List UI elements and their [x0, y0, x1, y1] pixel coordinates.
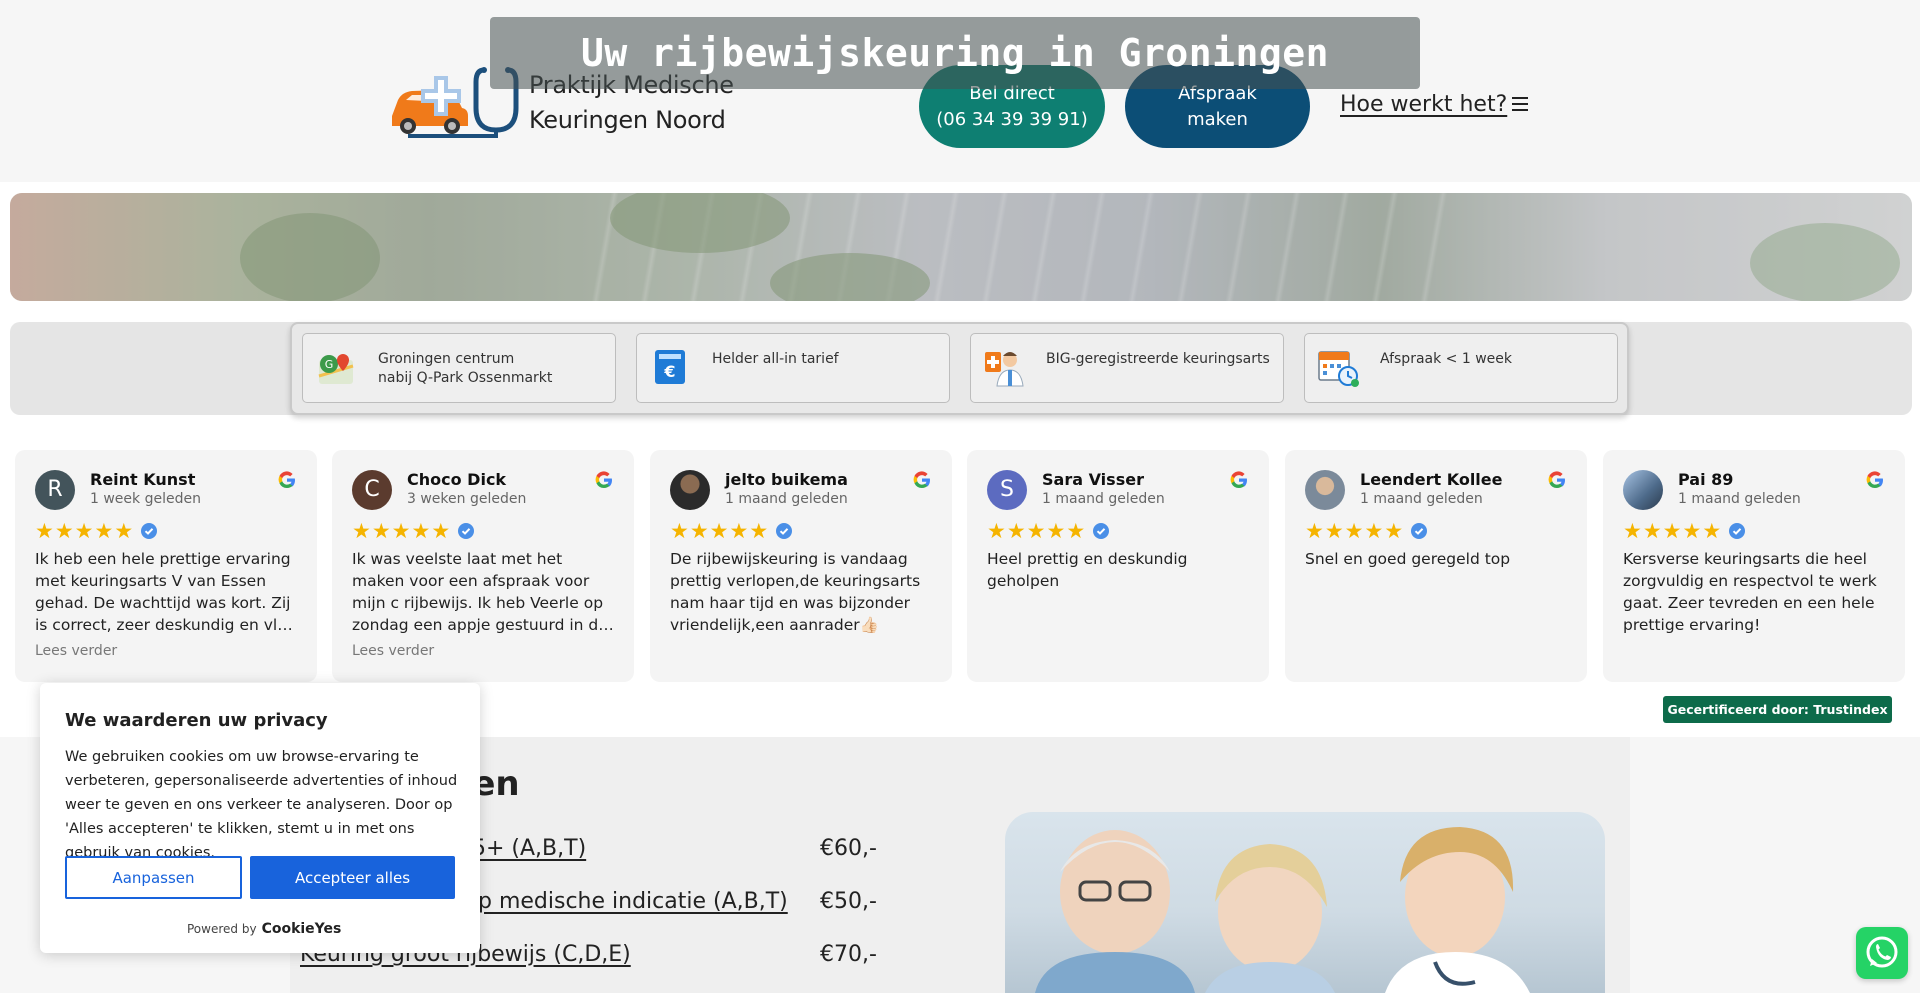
feature-location-line-2: nabij Q-Park Ossenmarkt: [378, 370, 553, 386]
star-rating: ★ ★ ★ ★ ★: [1623, 520, 1746, 542]
hero-title: Uw rijbewijskeuring in Groningen: [580, 31, 1330, 75]
call-button-phone: (06 34 39 39 91): [936, 108, 1088, 130]
google-icon: [1866, 471, 1883, 489]
customize-cookies-button[interactable]: Aanpassen: [65, 856, 242, 899]
avatar: R: [35, 470, 75, 510]
google-icon: [1230, 471, 1247, 489]
doctor-patients-photo: [1005, 812, 1605, 993]
review-text: Snel en goed geregeld top: [1305, 550, 1511, 568]
cookie-body-text: We gebruiken cookies om uw browse-ervari…: [65, 749, 458, 861]
review-card[interactable]: jelto buikema 1 maand geleden ★ ★ ★ ★ ★ De r…: [650, 450, 952, 682]
review-date: 1 maand geleden: [1678, 491, 1801, 507]
how-it-works-link[interactable]: Hoe werkt het?: [1340, 92, 1507, 117]
feature-doctor: BIG-geregistreerde keuringsarts: [970, 333, 1284, 403]
appointment-button-line-2: maken: [1187, 108, 1248, 130]
feature-location-line-1: Groningen centrum: [378, 351, 515, 367]
hamburger-icon[interactable]: [1512, 97, 1528, 111]
star-rating: ★ ★ ★ ★ ★: [987, 520, 1110, 542]
price-label-link[interactable]: 5+ (A,B,T): [472, 836, 586, 861]
review-date: 1 maand geleden: [725, 491, 848, 507]
cookie-title: We waarderen uw privacy: [65, 710, 328, 731]
review-card[interactable]: C Choco Dick 3 weken geleden ★ ★ ★ ★ ★ Ik wa…: [332, 450, 634, 682]
reviewer-name: Choco Dick: [407, 470, 507, 489]
reviewer-name: Sara Visser: [1042, 470, 1144, 489]
reviewer-name: Pai 89: [1678, 470, 1734, 489]
feature-appointment-line-1: Afspraak < 1 week: [1380, 351, 1512, 367]
review-text: Ik heb een hele prettige ervaring met ke…: [35, 550, 293, 634]
powered-by: Powered by CookieYes: [187, 921, 341, 937]
verified-icon: [1729, 523, 1746, 539]
price-value: €50,-: [820, 889, 877, 914]
euro-price-tag-icon: €: [655, 350, 685, 384]
google-icon: [595, 471, 612, 489]
star-rating: ★ ★ ★ ★ ★: [1305, 520, 1428, 542]
reviewer-name: Leendert Kollee: [1360, 470, 1503, 489]
feature-location: G Groningen centrum nabij Q-Park Ossenma…: [302, 333, 616, 403]
cookie-consent-dialog: We waarderen uw privacy We gebruiken coo…: [40, 683, 480, 953]
review-card[interactable]: R Reint Kunst 1 week geleden ★ ★ ★ ★ ★ Ik he…: [15, 450, 317, 682]
avatar: [670, 470, 710, 510]
review-date: 1 week geleden: [90, 491, 201, 507]
avatar: C: [352, 470, 392, 510]
reviewer-name: jelto buikema: [725, 470, 848, 489]
feature-doctor-line-1: BIG-geregistreerde keuringsarts: [1046, 351, 1270, 367]
price-label-link[interactable]: p medische indicatie (A,B,T): [478, 889, 788, 914]
brand-line-2: Keuringen Noord: [529, 106, 726, 134]
review-date: 1 maand geleden: [1360, 491, 1483, 507]
review-date: 1 maand geleden: [1042, 491, 1165, 507]
price-value: €70,-: [820, 942, 877, 967]
read-more-link[interactable]: Lees verder: [352, 643, 434, 659]
avatar: [1305, 470, 1345, 510]
review-card[interactable]: S Sara Visser 1 maand geleden ★ ★ ★ ★ ★ Heel…: [967, 450, 1269, 682]
google-icon: [913, 471, 930, 489]
review-card[interactable]: Pai 89 1 maand geleden ★ ★ ★ ★ ★ Kersverse k…: [1603, 450, 1905, 682]
svg-text:G: G: [325, 358, 334, 371]
powered-by-label: Powered by: [187, 922, 257, 936]
star-rating: ★ ★ ★ ★ ★: [35, 520, 158, 542]
reviewer-name: Reint Kunst: [90, 470, 196, 489]
whatsapp-icon[interactable]: [1856, 927, 1908, 979]
map-pin-icon: G: [318, 354, 354, 384]
doctor-icon: [985, 352, 1024, 387]
feature-price: € Helder all-in tarief: [636, 333, 950, 403]
google-icon: [278, 471, 295, 489]
verified-icon: [1093, 523, 1110, 539]
google-icon: [1548, 471, 1565, 489]
feature-appointment: Afspraak < 1 week: [1304, 333, 1618, 403]
accept-all-cookies-button[interactable]: Accepteer alles: [250, 856, 455, 899]
feature-price-line-1: Helder all-in tarief: [712, 351, 839, 367]
trustindex-certified-badge[interactable]: Gecertificeerd door: Trustindex ⓘ: [1663, 696, 1892, 744]
review-text: Ik was veelste laat met het maken voor e…: [352, 550, 608, 634]
verified-icon: [141, 523, 158, 539]
calendar-clock-icon: [1318, 351, 1359, 387]
cookieyes-logo[interactable]: CookieYes: [262, 921, 342, 937]
review-card[interactable]: Leendert Kollee 1 maand geleden ★ ★ ★ ★ ★ Sn…: [1285, 450, 1587, 682]
review-text: Kersverse keuringsarts die heel zorgvuld…: [1623, 550, 1877, 634]
avatar: [1623, 470, 1663, 510]
hero-banner: [10, 193, 1912, 301]
verified-icon: [1411, 523, 1428, 539]
verified-icon: [776, 523, 793, 539]
review-date: 3 weken geleden: [407, 491, 527, 507]
avatar: S: [987, 470, 1027, 510]
svg-text:€: €: [663, 362, 675, 381]
review-text: De rijbewijskeuring is vandaag prettig v…: [670, 550, 921, 634]
read-more-link[interactable]: Lees verder: [35, 643, 117, 659]
star-rating: ★ ★ ★ ★ ★: [352, 520, 475, 542]
star-rating: ★ ★ ★ ★ ★: [670, 520, 793, 542]
price-value: €60,-: [820, 836, 877, 861]
review-text: Heel prettig en deskundig geholpen: [987, 550, 1188, 590]
verified-icon: [458, 523, 475, 539]
